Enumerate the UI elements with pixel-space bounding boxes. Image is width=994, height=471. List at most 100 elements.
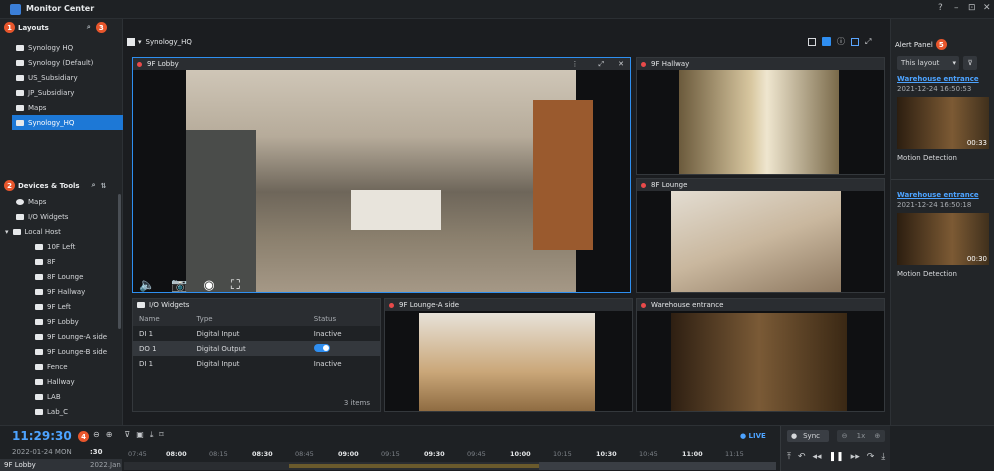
layout-item[interactable]: Synology HQ: [16, 40, 122, 55]
forward-icon[interactable]: ▸▸: [851, 452, 860, 462]
chevron-down-icon[interactable]: ▾: [5, 228, 9, 236]
alert-camera-link[interactable]: Warehouse entrance: [897, 75, 979, 83]
zoom-out-icon[interactable]: ⊖: [93, 430, 100, 440]
tile-title: 9F Hallway: [651, 60, 690, 68]
camera-tile-lobby[interactable]: 9F Lobby ⋮ ⤢ ✕ 🔈 📷 ◉ ⛶: [132, 57, 631, 293]
search-icon[interactable]: ⌕: [87, 23, 91, 32]
zoom-in-icon[interactable]: ⊕: [106, 430, 113, 440]
camera-item[interactable]: Lab_C: [0, 404, 116, 419]
rewind-icon[interactable]: ◂◂: [813, 452, 822, 462]
playback-controls: ● Sync ⊖ 1x ⊕ ⤒ ↶ ◂◂ ❚❚ ▸▸ ↷ ⤓: [780, 426, 890, 471]
io-widgets-tile: I/O Widgets Name Type Status DI 1 Digita…: [132, 298, 381, 412]
speed-control[interactable]: ⊖ 1x ⊕: [837, 430, 885, 442]
info-icon[interactable]: ⓘ: [837, 36, 845, 47]
camera-tile-warehouse[interactable]: Warehouse entrance: [636, 298, 885, 412]
alert-camera-link[interactable]: Warehouse entrance: [897, 191, 979, 199]
camera-item[interactable]: 9F Lounge-A side: [0, 329, 116, 344]
time-tick: 10:00: [510, 450, 531, 458]
pause-icon[interactable]: ❚❚: [829, 452, 844, 462]
layout-item-selected[interactable]: Synology_HQ: [12, 115, 123, 130]
alert-filter-select[interactable]: This layout ▾: [897, 56, 959, 70]
view-toolbar: ⓘ ⤢: [808, 36, 871, 47]
record-icon[interactable]: ◉: [203, 278, 214, 292]
prev-event-icon[interactable]: ⤒: [787, 452, 791, 462]
camera-item[interactable]: 9F Left: [0, 299, 116, 314]
filter-icon[interactable]: ⊽: [124, 430, 130, 440]
clock: 11:29:30: [12, 429, 72, 443]
camera-item[interactable]: Fence: [0, 359, 116, 374]
filter-icon[interactable]: ⊽: [963, 56, 977, 70]
download-icon[interactable]: ⤓: [150, 430, 154, 440]
table-row[interactable]: DI 1 Digital Input Inactive: [133, 356, 380, 371]
sync-button[interactable]: ● Sync: [787, 430, 829, 442]
live-button[interactable]: ● LIVE: [740, 432, 766, 440]
snapshot-icon[interactable]: 📷: [171, 278, 187, 292]
toggle-switch[interactable]: [313, 343, 330, 352]
layout-item[interactable]: JP_Subsidiary: [16, 85, 122, 100]
minimize-button[interactable]: –: [954, 3, 959, 13]
device-item[interactable]: I/O Widgets: [0, 209, 116, 224]
camera-item[interactable]: 10F Left: [0, 239, 116, 254]
camera-item[interactable]: 8F: [0, 254, 116, 269]
plus-icon[interactable]: ⊕: [874, 432, 880, 440]
bookmark-icon[interactable]: ⌑: [159, 430, 163, 440]
layout-item[interactable]: Maps: [16, 100, 122, 115]
camera-tile-hallway[interactable]: 9F Hallway: [636, 57, 885, 175]
map-icon: [16, 198, 24, 205]
app-logo-icon: [10, 4, 21, 15]
ptz-icon[interactable]: ⛶: [231, 278, 240, 292]
display-icon[interactable]: [808, 37, 816, 46]
device-item[interactable]: Maps: [0, 194, 116, 209]
video-frame: [671, 313, 847, 411]
camera-item[interactable]: 9F Hallway: [0, 284, 116, 299]
devices-header: 2 Devices & Tools ⌕ ⇅: [0, 177, 122, 194]
camera-tile-8f-lounge[interactable]: 8F Lounge: [636, 178, 885, 293]
item-count: 3 items: [343, 399, 370, 407]
help-button[interactable]: ?: [938, 3, 943, 13]
table-row[interactable]: DI 1 Digital Input Inactive: [133, 326, 380, 341]
expand-icon[interactable]: ⤢: [599, 60, 605, 69]
alert-event[interactable]: Warehouse entrance 2021-12-24 16:50:53 0…: [897, 75, 994, 162]
camera-icon: [35, 303, 43, 310]
camera-item[interactable]: LAB: [0, 389, 116, 404]
timeline-track[interactable]: [124, 462, 776, 470]
video-feed: [637, 70, 884, 174]
fullscreen-icon[interactable]: ⤢: [865, 37, 871, 47]
restore-button[interactable]: ⊡: [968, 3, 976, 13]
speaker-icon[interactable]: 🔈: [139, 278, 155, 292]
search-icon[interactable]: ⌕: [92, 181, 96, 190]
time-tick: 08:30: [252, 450, 273, 458]
alert-event[interactable]: Warehouse entrance 2021-12-24 16:50:18 0…: [897, 191, 994, 278]
alert-thumbnail[interactable]: 00:33: [897, 97, 989, 149]
tile-header: 9F Hallway: [637, 58, 884, 70]
camera-icon: [35, 243, 43, 250]
device-item[interactable]: ▾ Local Host: [0, 224, 116, 239]
camera-item[interactable]: 8F Lounge: [0, 269, 116, 284]
alert-thumbnail[interactable]: 00:30: [897, 213, 989, 265]
more-icon[interactable]: ⋮: [572, 60, 579, 68]
scrollbar[interactable]: [118, 194, 121, 329]
next-event-icon[interactable]: ⤓: [881, 452, 885, 462]
time-tick: 11:15: [725, 450, 744, 458]
layout-item[interactable]: Synology (Default): [16, 55, 122, 70]
output-toggle[interactable]: [313, 341, 380, 356]
table-row[interactable]: DO 1 Digital Output: [133, 341, 380, 356]
layout-selector[interactable]: ▾ Synology_HQ: [127, 38, 192, 46]
window-icon[interactable]: [851, 37, 859, 46]
close-icon[interactable]: ✕: [618, 60, 624, 68]
skip-back-icon[interactable]: ↶: [798, 452, 806, 462]
sort-icon[interactable]: ⇅: [101, 182, 107, 190]
camera-tile-lounge-a[interactable]: 9F Lounge-A side: [384, 298, 633, 412]
camera-item[interactable]: 9F Lobby: [0, 314, 116, 329]
camera-item[interactable]: Hallway: [0, 374, 116, 389]
calendar-icon[interactable]: ▣: [136, 430, 144, 440]
sync-dot-icon: ●: [791, 432, 798, 440]
minus-icon[interactable]: ⊖: [842, 432, 848, 440]
alert-time: 2021-12-24 16:50:18: [897, 201, 972, 209]
layout-item[interactable]: US_Subsidiary: [16, 70, 122, 85]
title-bar: Monitor Center ? – ⊡ ✕: [0, 0, 994, 19]
close-button[interactable]: ✕: [983, 3, 991, 13]
skip-forward-icon[interactable]: ↷: [867, 452, 875, 462]
camera-item[interactable]: 9F Lounge-B side: [0, 344, 116, 359]
edit-icon[interactable]: [822, 37, 831, 46]
